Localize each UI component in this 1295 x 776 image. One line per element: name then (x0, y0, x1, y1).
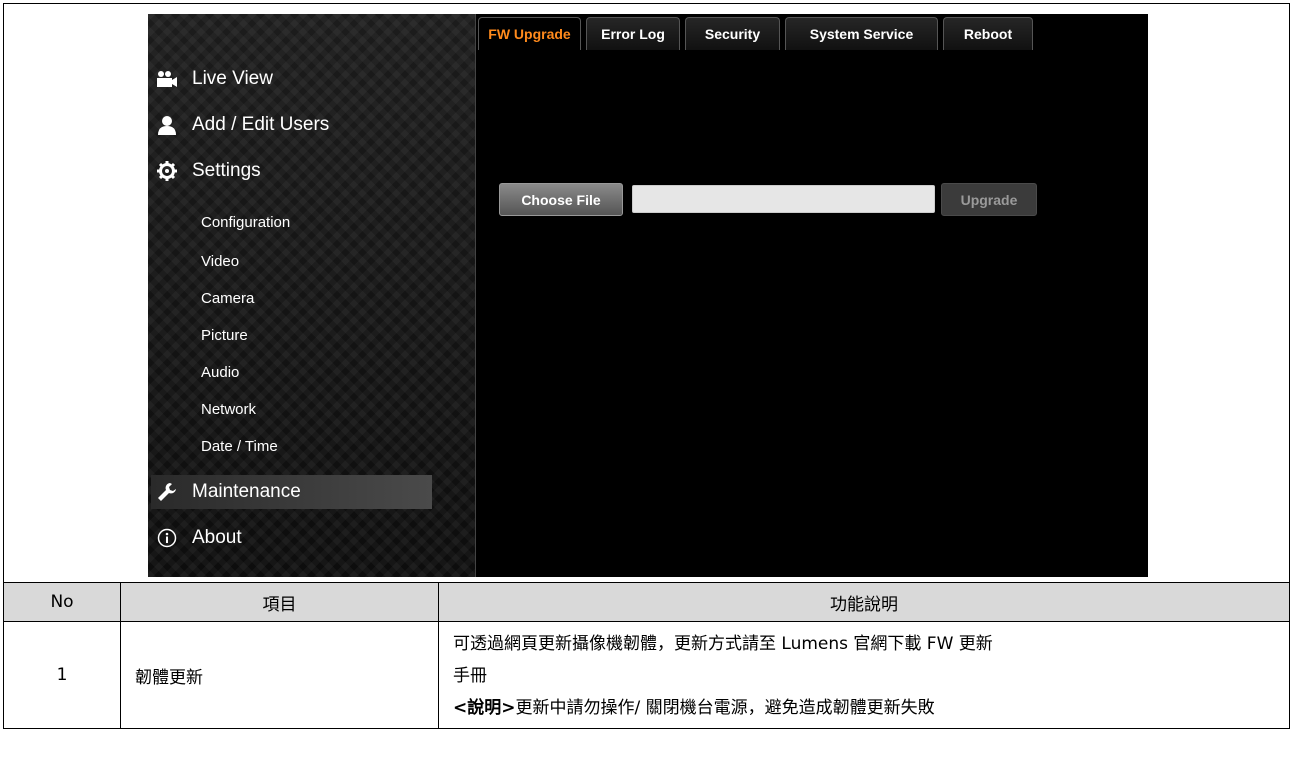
tab-error-log[interactable]: Error Log (586, 17, 680, 50)
sidebar-item-users[interactable]: Add / Edit Users (156, 108, 428, 142)
sidebar-item-settings[interactable]: Settings (156, 154, 428, 188)
table-row: 1 韌體更新 可透過網頁更新攝像機韌體，更新方式請至 Lumens 官網下載 F… (3, 621, 1290, 729)
choose-file-button[interactable]: Choose File (499, 183, 623, 216)
table-header-row: No 項目 功能說明 (3, 582, 1290, 622)
sidebar: Live View Add / Edit Users Settings Conf… (148, 14, 475, 577)
tab-fw-upgrade[interactable]: FW Upgrade (478, 17, 581, 50)
sidebar-item-label: Maintenance (192, 481, 301, 502)
row-description: 可透過網頁更新攝像機韌體，更新方式請至 Lumens 官網下載 FW 更新 手冊… (438, 621, 1290, 729)
sidebar-item-label: Settings (192, 160, 261, 181)
description-note: <說明>更新中請勿操作/ 關閉機台電源，避免造成韌體更新失敗 (453, 692, 1279, 724)
sidebar-subitem-network[interactable]: Network (201, 401, 256, 418)
tab-bar: FW Upgrade Error Log Security System Ser… (478, 17, 1038, 51)
description-line: 可透過網頁更新攝像機韌體，更新方式請至 Lumens 官網下載 FW 更新 (453, 634, 993, 654)
description-table: No 項目 功能說明 1 韌體更新 可透過網頁更新攝像機韌體，更新方式請至 Lu… (3, 582, 1290, 729)
sidebar-subitem-picture[interactable]: Picture (201, 327, 248, 344)
row-no: 1 (3, 621, 121, 729)
sidebar-subitem-date-time[interactable]: Date / Time (201, 438, 278, 455)
sidebar-item-live-view[interactable]: Live View (156, 62, 428, 96)
note-tag: <說明> (453, 698, 516, 718)
row-item: 韌體更新 (120, 621, 439, 729)
sidebar-subitem-video[interactable]: Video (201, 253, 239, 270)
header-description: 功能說明 (438, 582, 1290, 622)
description-line: 手冊 (453, 666, 487, 686)
sidebar-divider (475, 14, 476, 577)
tab-reboot[interactable]: Reboot (943, 17, 1033, 50)
upgrade-button[interactable]: Upgrade (941, 183, 1037, 216)
header-no: No (3, 582, 121, 622)
tab-system-service[interactable]: System Service (785, 17, 938, 50)
sidebar-item-label: About (192, 527, 242, 548)
tab-security[interactable]: Security (685, 17, 780, 50)
note-text: 更新中請勿操作/ 關閉機台電源，避免造成韌體更新失敗 (515, 698, 935, 718)
user-icon (156, 114, 178, 136)
sidebar-item-maintenance[interactable]: Maintenance (151, 475, 432, 509)
wrench-icon (156, 481, 178, 503)
info-icon (156, 527, 178, 549)
sidebar-item-label: Live View (192, 68, 273, 89)
sidebar-item-label: Add / Edit Users (192, 114, 330, 135)
header-item: 項目 (120, 582, 439, 622)
camera-web-ui: Live View Add / Edit Users Settings Conf… (148, 14, 1148, 577)
video-camera-icon (156, 68, 178, 90)
file-path-field[interactable] (632, 185, 935, 213)
sidebar-item-about[interactable]: About (156, 521, 428, 555)
sidebar-subitem-configuration[interactable]: Configuration (201, 214, 290, 231)
gear-icon (156, 160, 178, 182)
sidebar-subitem-audio[interactable]: Audio (201, 364, 239, 381)
sidebar-subitem-camera[interactable]: Camera (201, 290, 254, 307)
